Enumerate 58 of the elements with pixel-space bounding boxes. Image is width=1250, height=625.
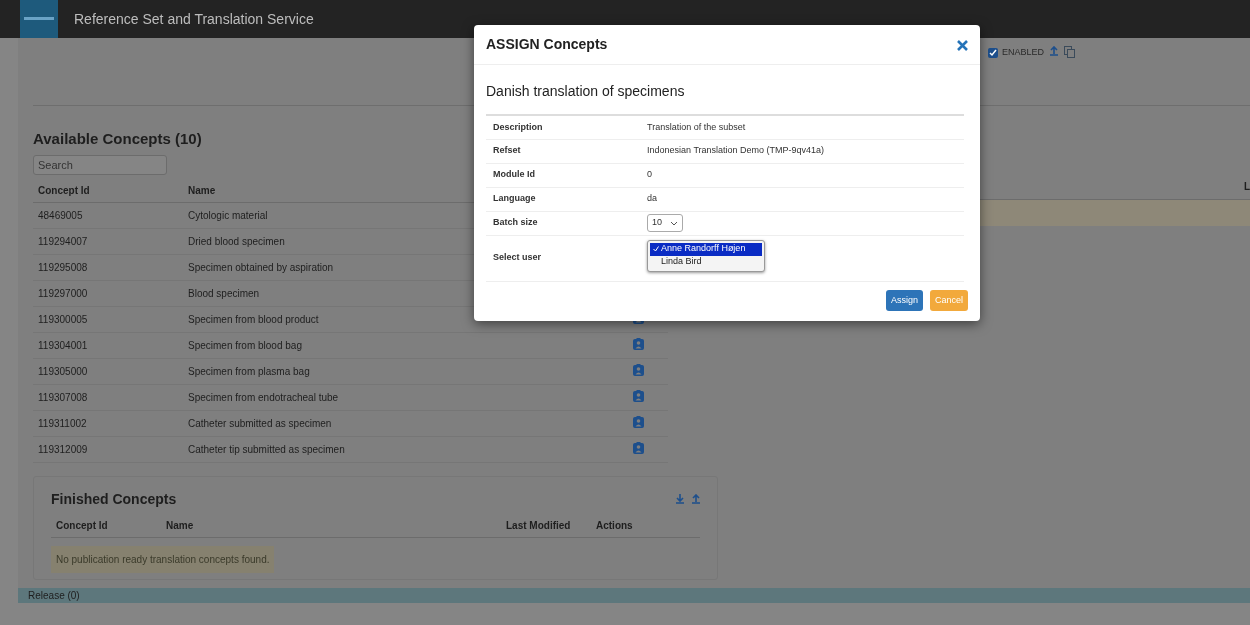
column-header: Last Modified — [501, 513, 591, 538]
column-header: Actions — [591, 513, 700, 538]
column-header: L — [1243, 180, 1250, 195]
assign-button[interactable]: Assign — [885, 289, 923, 311]
copy-icon[interactable] — [1064, 46, 1075, 58]
column-header: Concept Id — [51, 513, 161, 538]
field-value: Indonesian Translation Demo (TMP-9qv41a) — [647, 145, 825, 156]
dialog-title: ASSIGN Concepts — [486, 35, 608, 54]
list-option[interactable]: Linda Bird — [650, 255, 762, 269]
release-bar[interactable]: Release (0) — [18, 588, 1250, 603]
upload-icon[interactable] — [692, 494, 700, 504]
field-label: Description — [486, 115, 646, 139]
field-label: Batch size — [486, 211, 646, 235]
table-cell: Catheter submitted as specimen — [183, 410, 628, 437]
table-cell: 119305000 — [33, 358, 183, 385]
user-badge-icon[interactable] — [633, 363, 644, 376]
batch-size-select[interactable]: 10 — [647, 214, 683, 232]
column-header: Concept Id — [33, 178, 183, 203]
upload-icon[interactable] — [1050, 46, 1058, 56]
field-label: Refset — [486, 139, 646, 163]
list-option[interactable]: Anne Randorff Højen — [650, 242, 762, 256]
table-cell: 119304001 — [33, 332, 183, 359]
table-cell: 119297000 — [33, 280, 183, 307]
checkbox[interactable] — [987, 47, 998, 58]
table-cell: 48469005 — [33, 202, 183, 229]
logo-mark-icon — [24, 15, 54, 23]
table-cell: Specimen from endotracheal tube — [183, 384, 628, 411]
user-badge-icon[interactable] — [633, 337, 644, 350]
section-title: Finished Concepts — [51, 489, 177, 509]
field-value: 0 — [647, 169, 652, 180]
section-title: Available Concepts (10) — [33, 129, 202, 150]
empty-message: No publication ready translation concepts found. — [51, 546, 275, 573]
search-field[interactable]: Search — [33, 154, 167, 175]
check-icon — [653, 246, 659, 252]
field-label: Module Id — [486, 163, 646, 187]
app-title: Reference Set and Translation Service — [74, 9, 314, 29]
table-cell: Catheter tip submitted as specimen — [183, 436, 628, 463]
table-cell: Specimen from plasma bag — [183, 358, 628, 385]
caret-icon — [670, 220, 678, 226]
table-cell: 119294007 — [33, 228, 183, 255]
download-icon[interactable] — [676, 494, 684, 504]
table-cell: 119307008 — [33, 384, 183, 411]
field-label: Select user — [486, 235, 646, 281]
table-cell: 119300005 — [33, 306, 183, 333]
field-label: Language — [486, 187, 646, 211]
table-cell: 119311002 — [33, 410, 183, 437]
enabled-label: ENABLED — [1001, 46, 1044, 59]
field-value: Translation of the subset — [647, 121, 746, 132]
user-badge-icon[interactable] — [633, 441, 644, 454]
user-badge-icon[interactable] — [633, 415, 644, 428]
table-cell: 119295008 — [33, 254, 183, 281]
field-value: da — [647, 193, 657, 204]
table-cell: 119312009 — [33, 436, 183, 463]
column-header: Name — [161, 513, 501, 538]
user-list[interactable]: Anne Randorff Højen Linda Bird — [647, 239, 765, 272]
user-badge-icon[interactable] — [633, 389, 644, 402]
table-cell: Specimen from blood bag — [183, 332, 628, 359]
dialog-subtitle: Danish translation of specimens — [486, 82, 686, 101]
